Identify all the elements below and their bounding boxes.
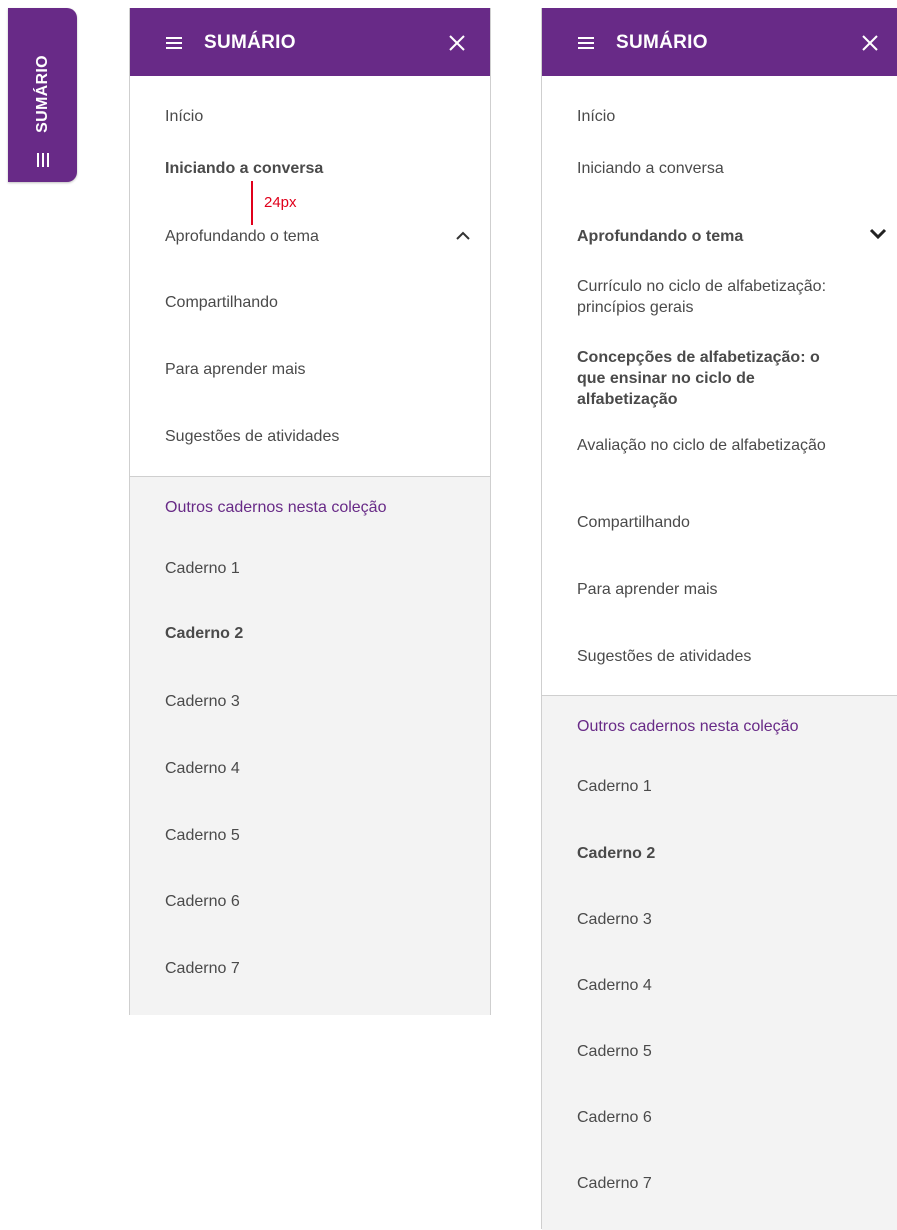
nav-item-aprofundando-o-tema[interactable]: Aprofundando o tema bbox=[577, 226, 743, 247]
spacing-marker-line bbox=[251, 181, 253, 225]
subitem-curriculo[interactable]: Currículo no ciclo de alfabetização: pri… bbox=[577, 276, 847, 318]
nav-item-para-aprender-mais[interactable]: Para aprender mais bbox=[165, 359, 306, 380]
caderno-6-link[interactable]: Caderno 6 bbox=[165, 891, 240, 912]
nav-item-sugestoes-de-atividades[interactable]: Sugestões de atividades bbox=[577, 646, 751, 667]
close-icon[interactable] bbox=[861, 34, 879, 52]
nav-item-inicio[interactable]: Início bbox=[165, 106, 203, 127]
panel-header: SUMÁRIO bbox=[542, 8, 897, 76]
caderno-1-link[interactable]: Caderno 1 bbox=[577, 776, 652, 797]
nav-item-compartilhando[interactable]: Compartilhando bbox=[165, 292, 278, 313]
panel-title: SUMÁRIO bbox=[204, 32, 296, 53]
caderno-6-link[interactable]: Caderno 6 bbox=[577, 1107, 652, 1128]
chevron-down-icon[interactable] bbox=[869, 228, 887, 240]
panel-header: SUMÁRIO bbox=[130, 8, 490, 76]
subitem-avaliacao[interactable]: Avaliação no ciclo de alfabetização bbox=[577, 435, 847, 456]
side-tab-label: SUMÁRIO bbox=[33, 55, 51, 133]
other-notebooks-section: Outros cadernos nesta coleção Caderno 1 … bbox=[542, 695, 897, 1230]
hamburger-icon[interactable] bbox=[578, 37, 594, 49]
panel-title: SUMÁRIO bbox=[616, 32, 708, 53]
spacing-annotation: 24px bbox=[264, 194, 297, 211]
caderno-1-link[interactable]: Caderno 1 bbox=[165, 558, 240, 579]
nav-item-iniciando-a-conversa[interactable]: Iniciando a conversa bbox=[577, 158, 724, 179]
caderno-7-link[interactable]: Caderno 7 bbox=[577, 1173, 652, 1194]
hamburger-icon[interactable] bbox=[166, 37, 182, 49]
caderno-2-link[interactable]: Caderno 2 bbox=[577, 843, 655, 864]
sumario-side-tab[interactable]: SUMÁRIO bbox=[8, 8, 77, 182]
nav-item-inicio[interactable]: Início bbox=[577, 106, 615, 127]
summary-panel-collapsed: SUMÁRIO Início Iniciando a conversa 24px… bbox=[129, 8, 491, 1015]
caderno-5-link[interactable]: Caderno 5 bbox=[577, 1041, 652, 1062]
caderno-4-link[interactable]: Caderno 4 bbox=[165, 758, 240, 779]
nav-item-aprofundando-o-tema[interactable]: Aprofundando o tema bbox=[165, 226, 319, 247]
caderno-2-link[interactable]: Caderno 2 bbox=[165, 623, 243, 644]
nav-item-para-aprender-mais[interactable]: Para aprender mais bbox=[577, 579, 718, 600]
summary-panel-expanded: SUMÁRIO Início Iniciando a conversa Apro… bbox=[541, 8, 897, 1230]
menu-lines-icon bbox=[36, 153, 49, 167]
caderno-5-link[interactable]: Caderno 5 bbox=[165, 825, 240, 846]
other-notebooks-section: Outros cadernos nesta coleção Caderno 1 … bbox=[130, 476, 490, 1015]
caderno-3-link[interactable]: Caderno 3 bbox=[577, 909, 652, 930]
nav-item-sugestoes-de-atividades[interactable]: Sugestões de atividades bbox=[165, 426, 339, 447]
caderno-3-link[interactable]: Caderno 3 bbox=[165, 691, 240, 712]
summary-nav: Início Iniciando a conversa 24px Aprofun… bbox=[130, 76, 490, 476]
caderno-4-link[interactable]: Caderno 4 bbox=[577, 975, 652, 996]
close-icon[interactable] bbox=[448, 34, 466, 52]
nav-item-compartilhando[interactable]: Compartilhando bbox=[577, 512, 690, 533]
subitem-concepcoes[interactable]: Concepções de alfabetização: o que ensin… bbox=[577, 347, 847, 410]
caderno-7-link[interactable]: Caderno 7 bbox=[165, 958, 240, 979]
nav-item-iniciando-a-conversa[interactable]: Iniciando a conversa bbox=[165, 158, 323, 179]
summary-nav: Início Iniciando a conversa Aprofundando… bbox=[542, 76, 897, 695]
chevron-up-icon[interactable] bbox=[455, 231, 471, 241]
other-notebooks-title: Outros cadernos nesta coleção bbox=[577, 718, 799, 735]
other-notebooks-title: Outros cadernos nesta coleção bbox=[165, 499, 387, 516]
